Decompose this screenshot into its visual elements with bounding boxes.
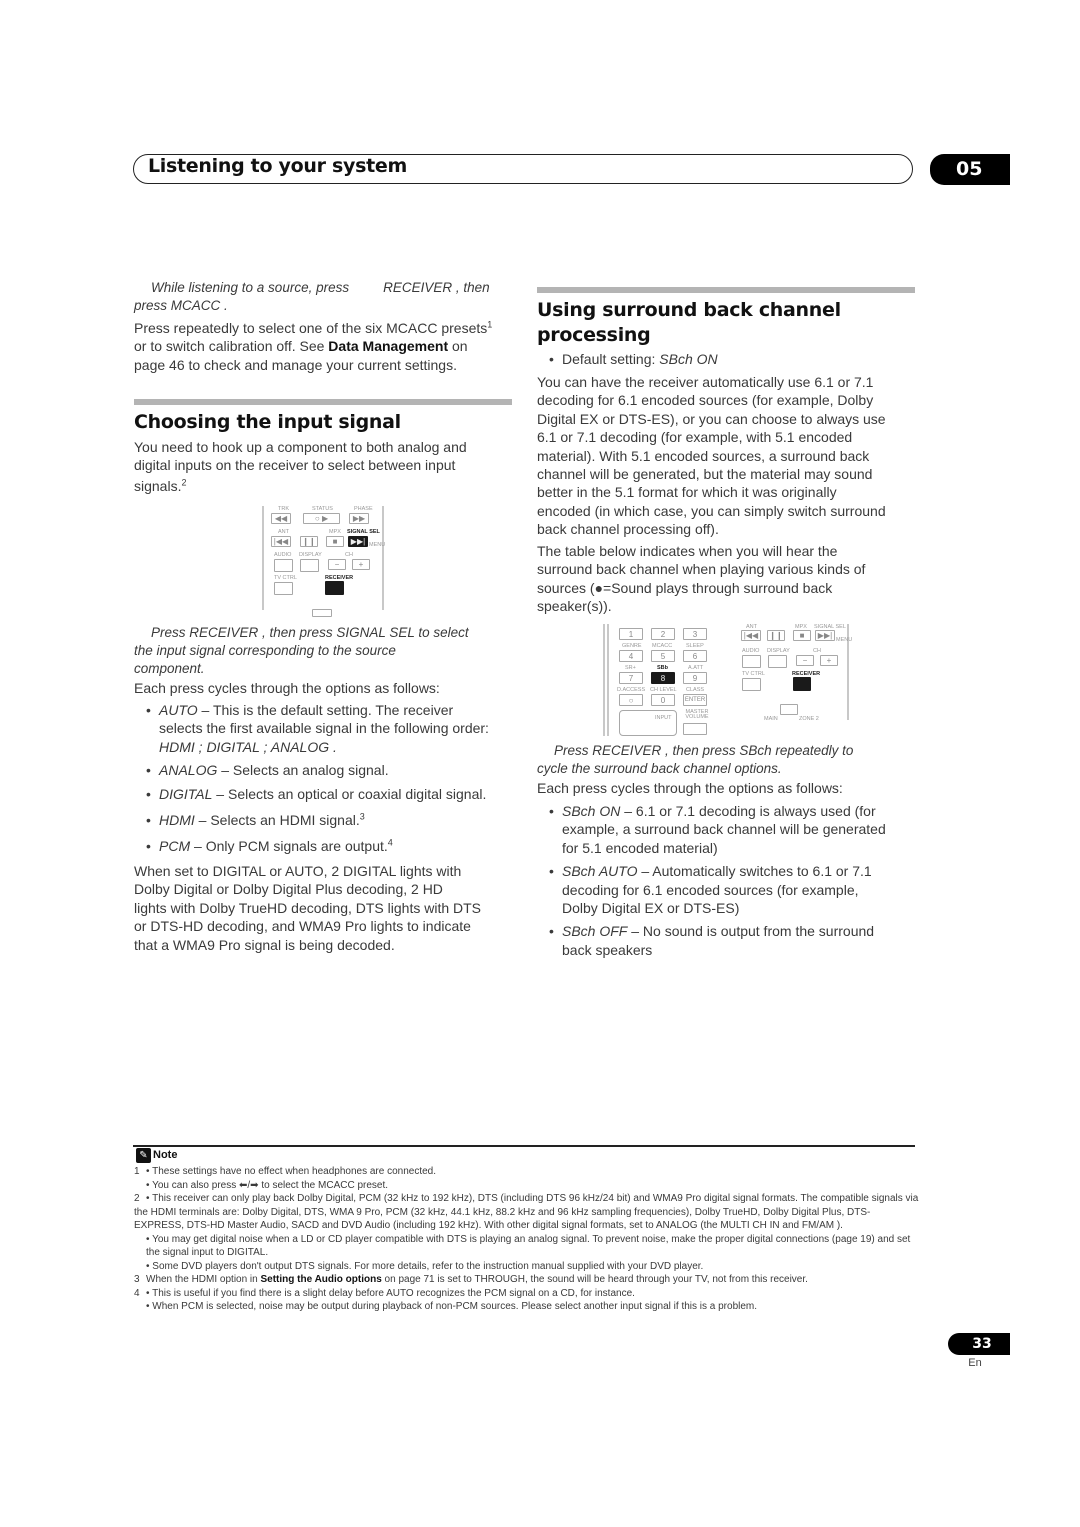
- key-1[interactable]: 1: [619, 628, 643, 640]
- audio-options-link[interactable]: Setting the Audio options: [261, 1274, 382, 1285]
- fast-forward-button[interactable]: ▶▶: [349, 513, 369, 524]
- note-item: 3 When the HDMI option in Setting the Aud…: [134, 1274, 808, 1285]
- tv-ctrl-button[interactable]: [274, 582, 293, 595]
- option-hdmi: HDMI – Selects an HDMI signal.3: [134, 811, 518, 830]
- d-access-button[interactable]: ○: [619, 694, 643, 706]
- signal-sel-instruction: Press RECEIVER , then press SIGNAL SEL t…: [134, 625, 469, 676]
- section-divider: [134, 399, 512, 405]
- option-auto: AUTO – This is the default setting. The …: [134, 701, 518, 756]
- channel-up-button[interactable]: +: [352, 559, 370, 570]
- key-6[interactable]: 6: [683, 650, 707, 662]
- volume-button[interactable]: [683, 723, 707, 735]
- option-sbch-auto: SBch AUTO – Automatically switches to 6.…: [537, 862, 921, 917]
- audio-button[interactable]: [274, 559, 293, 572]
- pause-button[interactable]: ❙❙: [767, 630, 785, 641]
- remote-illustration-numpad: 1 2 3 GENRE MCACC SLEEP 4 5 6 SR+ SBb A.…: [603, 624, 715, 736]
- remote-bottom-button[interactable]: [312, 609, 332, 617]
- option-sbch-off: SBch OFF – No sound is output from the s…: [537, 922, 921, 959]
- skip-back-button[interactable]: |◀◀: [271, 536, 291, 547]
- note-item: • You may get digital noise when a LD or…: [146, 1233, 911, 1259]
- audio-button[interactable]: [742, 655, 761, 668]
- sbch-options-list: SBch ON – 6.1 or 7.1 decoding is always …: [537, 802, 921, 959]
- stop-button[interactable]: ■: [793, 630, 811, 641]
- sbch-heading: Using surround back channel processing: [537, 299, 841, 346]
- table-intro: The table below indicates when you will …: [537, 543, 866, 615]
- sbch-button[interactable]: 8: [651, 672, 675, 684]
- sbch-instruction: Press RECEIVER , then press SBch repeate…: [537, 743, 854, 776]
- mcacc-instruction: While listening to a source, press RECEIV…: [134, 280, 490, 313]
- remote-illustration-signal-sel: TRK STATUS PHASE ◀◀ ○ ▶ ▶▶ ANT MPX SIGNA…: [262, 506, 386, 617]
- input-group-frame: [619, 710, 677, 736]
- note-item: • When PCM is selected, noise may be out…: [146, 1301, 758, 1312]
- cycle-intro: Each press cycles through the options as…: [134, 680, 440, 696]
- stop-button[interactable]: ■: [326, 536, 344, 547]
- note-item: • Some DVD players don't output DTS sign…: [146, 1260, 704, 1272]
- language-code: En: [968, 1357, 982, 1369]
- signal-sel-button[interactable]: ▶▶|: [815, 630, 835, 641]
- note-item: 1 • These settings have no effect when he…: [134, 1166, 437, 1177]
- note-item: 4 • This is useful if you find there is a…: [134, 1287, 635, 1299]
- key-5[interactable]: 5: [651, 650, 675, 662]
- key-3[interactable]: 3: [683, 628, 707, 640]
- mcacc-description: Press repeatedly to select one of the si…: [134, 319, 493, 373]
- option-digital: DIGITAL – Selects an optical or coaxial …: [134, 785, 518, 804]
- display-button[interactable]: [768, 655, 787, 668]
- mcacc-step: While listening to a source, press RECEIV…: [134, 279, 514, 374]
- notes-list: 1 • These settings have no effect when he…: [134, 1165, 920, 1314]
- notes-title: Note: [153, 1149, 178, 1161]
- indicator-description: When set to DIGITAL or AUTO, 2 DIGITAL l…: [134, 863, 482, 953]
- section-divider: [537, 287, 915, 293]
- option-pcm: PCM – Only PCM signals are output.4: [134, 837, 518, 856]
- receiver-button[interactable]: [325, 581, 344, 595]
- note-item: 2 • This receiver can only play back Dolb…: [134, 1193, 919, 1231]
- skip-back-button[interactable]: |◀◀: [741, 630, 761, 641]
- data-management-link[interactable]: Data Management: [328, 338, 448, 354]
- key-0[interactable]: 0: [651, 694, 675, 706]
- receiver-button[interactable]: [793, 677, 811, 691]
- section-title: Listening to your system: [148, 155, 407, 177]
- default-setting: Default setting: SBch ON: [537, 350, 1080, 369]
- zone-switch[interactable]: [780, 704, 798, 715]
- key-7[interactable]: 7: [619, 672, 643, 684]
- pause-button[interactable]: ❙❙: [300, 536, 318, 547]
- note-item: • You can also press ⬅/➡ to select the M…: [146, 1179, 389, 1191]
- display-button[interactable]: [300, 559, 319, 572]
- page-number: 33: [948, 1333, 1010, 1355]
- tv-ctrl-button[interactable]: [742, 678, 761, 691]
- rewind-button[interactable]: ◀◀: [271, 513, 291, 524]
- key-4[interactable]: 4: [619, 650, 643, 662]
- input-signal-heading: Choosing the input signal: [134, 411, 401, 433]
- chapter-number-tab: 05: [930, 154, 1010, 185]
- enter-button[interactable]: ENTER: [683, 694, 707, 706]
- play-button[interactable]: ○ ▶: [303, 513, 340, 524]
- option-analog: ANALOG – Selects an analog signal.: [134, 761, 518, 780]
- channel-down-button[interactable]: −: [328, 559, 346, 570]
- option-sbch-on: SBch ON – 6.1 or 7.1 decoding is always …: [537, 802, 921, 857]
- key-2[interactable]: 2: [651, 628, 675, 640]
- key-9[interactable]: 9: [683, 672, 707, 684]
- channel-down-button[interactable]: −: [796, 655, 814, 666]
- pencil-icon: ✎: [136, 1148, 151, 1163]
- remote-illustration-receiver: ANT MPX SIGNAL SEL |◀◀ ❙❙ ■ ▶▶| MENU AUD…: [737, 624, 852, 729]
- input-signal-intro: You need to hook up a component to both …: [134, 439, 467, 494]
- cycle-intro: Each press cycles through the options as…: [537, 780, 843, 796]
- notes-divider: [133, 1145, 915, 1147]
- sbch-description: You can have the receiver automatically …: [537, 374, 886, 538]
- input-options-list: AUTO – This is the default setting. The …: [134, 701, 518, 856]
- signal-sel-button[interactable]: ▶▶|: [348, 536, 368, 547]
- channel-up-button[interactable]: +: [820, 655, 838, 666]
